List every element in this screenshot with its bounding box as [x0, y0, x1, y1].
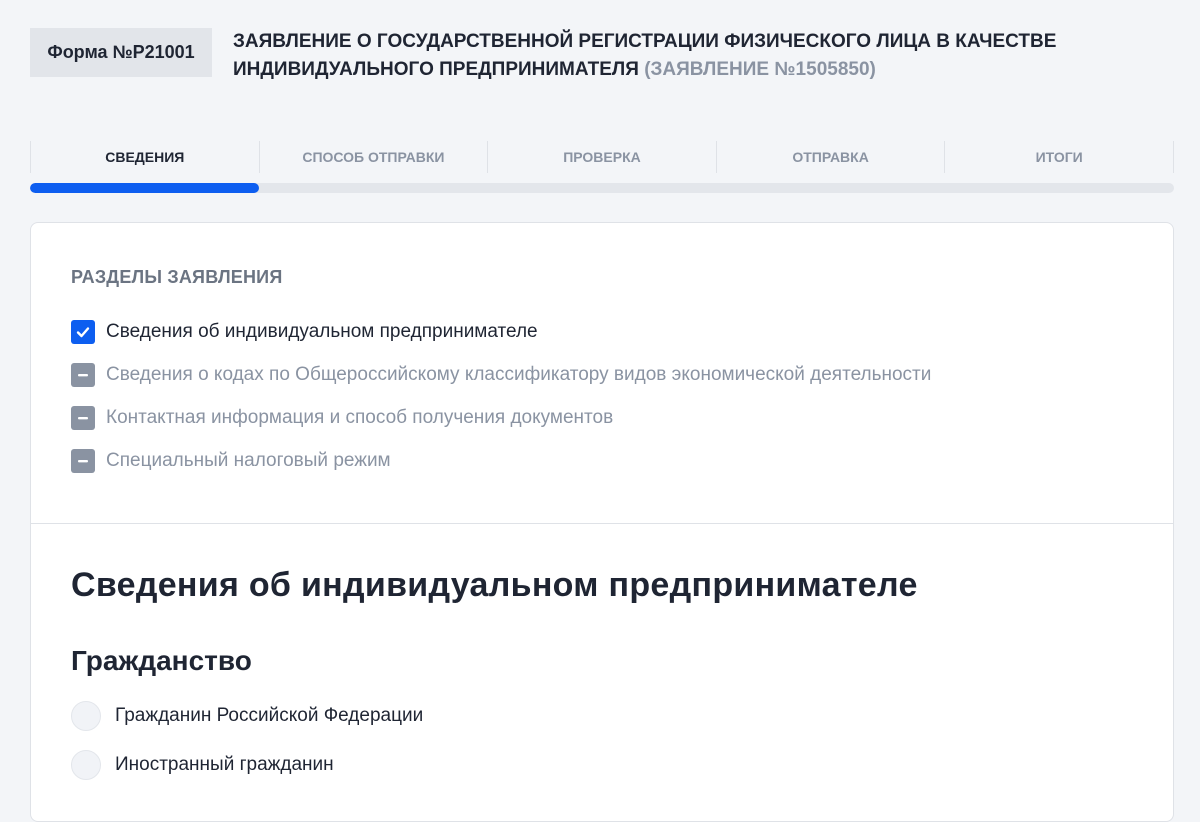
progress-bar: [30, 183, 1174, 193]
step-otpravka[interactable]: ОТПРАВКА: [717, 141, 946, 173]
step-label: ИТОГИ: [1035, 149, 1083, 165]
step-svedeniya[interactable]: СВЕДЕНИЯ: [30, 141, 260, 173]
section-item-label: Специальный налоговый режим: [106, 449, 391, 471]
application-number: (ЗАЯВЛЕНИЕ №1505850): [644, 59, 876, 80]
section-item-label: Контактная информация и способ получения…: [106, 406, 614, 428]
checkbox-indeterminate-icon: [71, 448, 95, 473]
checkbox-indeterminate-icon: [71, 405, 95, 430]
radio-button[interactable]: [71, 749, 101, 780]
step-sposob-otpravki[interactable]: СПОСОБ ОТПРАВКИ: [260, 141, 489, 173]
checkbox-checked-icon: [71, 319, 95, 344]
section-item-contact-info[interactable]: Контактная информация и способ получения…: [71, 396, 1133, 439]
radio-button[interactable]: [71, 700, 101, 731]
step-label: ПРОВЕРКА: [563, 149, 641, 165]
sections-panel: РАЗДЕЛЫ ЗАЯВЛЕНИЯ Сведения об индивидуал…: [31, 223, 1173, 524]
radio-label: Иностранный гражданин: [115, 753, 334, 775]
radio-russian-citizen[interactable]: Гражданин Российской Федерации: [71, 691, 1133, 740]
section-heading: Сведения об индивидуальном предпринимате…: [71, 566, 918, 604]
citizenship-radio-group: Гражданин Российской Федерации Иностранн…: [71, 691, 1133, 789]
section-item-okved-codes[interactable]: Сведения о кодах по Общероссийскому клас…: [71, 353, 1133, 396]
step-label: ОТПРАВКА: [792, 149, 869, 165]
section-item-label: Сведения об индивидуальном предпринимате…: [106, 320, 538, 342]
step-label: СВЕДЕНИЯ: [105, 149, 185, 165]
page-header: Форма №Р21001 ЗАЯВЛЕНИЕ О ГОСУДАРСТВЕННО…: [30, 28, 1170, 84]
form-card: РАЗДЕЛЫ ЗАЯВЛЕНИЯ Сведения об индивидуал…: [30, 222, 1174, 822]
radio-foreign-citizen[interactable]: Иностранный гражданин: [71, 740, 1133, 789]
step-label: СПОСОБ ОТПРАВКИ: [302, 149, 445, 165]
radio-label: Гражданин Российской Федерации: [115, 704, 424, 726]
section-item-individual-entrepreneur[interactable]: Сведения об индивидуальном предпринимате…: [71, 310, 1133, 353]
wizard-steps: СВЕДЕНИЯ СПОСОБ ОТПРАВКИ ПРОВЕРКА ОТПРАВ…: [30, 141, 1174, 173]
citizenship-heading: Гражданство: [71, 645, 252, 676]
step-proverka[interactable]: ПРОВЕРКА: [488, 141, 717, 173]
progress-bar-fill: [30, 183, 259, 193]
sections-list: Сведения об индивидуальном предпринимате…: [71, 310, 1133, 482]
section-item-label: Сведения о кодах по Общероссийскому клас…: [106, 363, 932, 385]
sections-title: РАЗДЕЛЫ ЗАЯВЛЕНИЯ: [71, 267, 283, 287]
step-itogi[interactable]: ИТОГИ: [945, 141, 1174, 173]
checkbox-indeterminate-icon: [71, 362, 95, 387]
page-title: ЗАЯВЛЕНИЕ О ГОСУДАРСТВЕННОЙ РЕГИСТРАЦИИ …: [233, 28, 1133, 84]
form-content: Сведения об индивидуальном предпринимате…: [31, 524, 1173, 789]
form-badge: Форма №Р21001: [30, 28, 212, 77]
section-item-tax-regime[interactable]: Специальный налоговый режим: [71, 439, 1133, 482]
